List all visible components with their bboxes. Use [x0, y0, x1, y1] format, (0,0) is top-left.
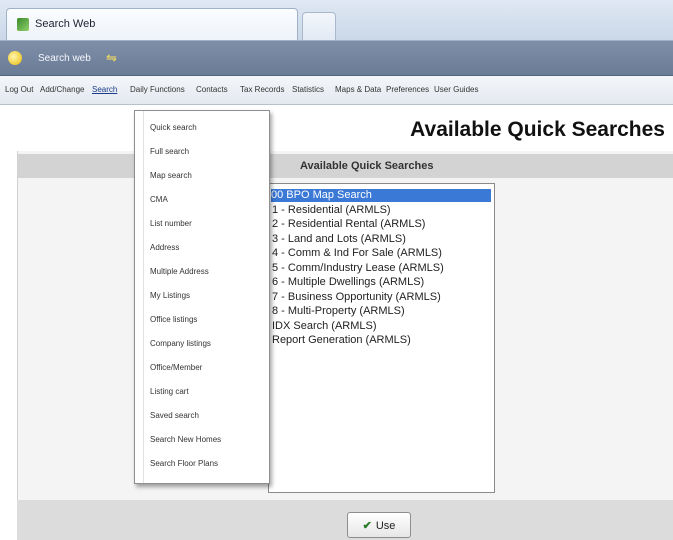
- quick-search-option[interactable]: 3 - Land and Lots (ARMLS): [272, 233, 406, 246]
- quick-search-listbox[interactable]: 00 BPO Map Search 1 - Residential (ARMLS…: [268, 183, 495, 493]
- menu-item-search[interactable]: Search: [92, 85, 117, 94]
- browser-tab-strip: Search Web: [0, 0, 673, 41]
- search-menu-item-multiple-address[interactable]: Multiple Address: [150, 267, 209, 276]
- quick-search-option[interactable]: IDX Search (ARMLS): [272, 320, 377, 333]
- link-icon[interactable]: ⇋: [106, 50, 117, 66]
- menu-item-user-guides[interactable]: User Guides: [434, 85, 478, 94]
- search-menu-item-address[interactable]: Address: [150, 243, 179, 252]
- quick-search-option[interactable]: 7 - Business Opportunity (ARMLS): [272, 291, 441, 304]
- search-menu-item-search-new-homes[interactable]: Search New Homes: [150, 435, 221, 444]
- search-menu-item-my-listings[interactable]: My Listings: [150, 291, 190, 300]
- quick-search-option[interactable]: 4 - Comm & Ind For Sale (ARMLS): [272, 247, 442, 260]
- search-menu-item-full-search[interactable]: Full search: [150, 147, 189, 156]
- panel-header-title: Available Quick Searches: [300, 160, 434, 172]
- quick-search-option[interactable]: Report Generation (ARMLS): [272, 334, 411, 347]
- quick-search-option[interactable]: 6 - Multiple Dwellings (ARMLS): [272, 276, 424, 289]
- search-menu-item-saved-search[interactable]: Saved search: [150, 411, 199, 420]
- quick-search-option[interactable]: 00 BPO Map Search: [271, 189, 491, 202]
- quick-search-option[interactable]: 5 - Comm/Industry Lease (ARMLS): [272, 262, 444, 275]
- browser-tab[interactable]: Search Web: [6, 8, 298, 40]
- quick-search-option[interactable]: 8 - Multi-Property (ARMLS): [272, 305, 405, 318]
- dropdown-divider: [143, 111, 144, 483]
- footer-bar: [17, 500, 673, 540]
- search-menu-item-office-listings[interactable]: Office listings: [150, 315, 197, 324]
- search-menu-item-list-number[interactable]: List number: [150, 219, 192, 228]
- favorite-link[interactable]: Search web: [38, 53, 91, 64]
- new-tab-button[interactable]: [302, 12, 336, 40]
- main-menu-bar: Log Out Add/Change Search Daily Function…: [0, 76, 673, 105]
- favorite-star-icon: [8, 51, 22, 65]
- menu-item-daily-functions[interactable]: Daily Functions: [130, 85, 185, 94]
- menu-item-maps-data[interactable]: Maps & Data: [335, 85, 381, 94]
- search-menu-item-quick-search[interactable]: Quick search: [150, 123, 197, 132]
- search-menu-item-map-search[interactable]: Map search: [150, 171, 192, 180]
- site-favicon-icon: [17, 18, 29, 31]
- search-menu-item-company-listings[interactable]: Company listings: [150, 339, 211, 348]
- quick-search-option[interactable]: 1 - Residential (ARMLS): [272, 204, 391, 217]
- browser-tab-title: Search Web: [35, 18, 96, 30]
- check-icon: ✔: [362, 519, 372, 532]
- menu-item-tax-records[interactable]: Tax Records: [240, 85, 284, 94]
- menu-item-statistics[interactable]: Statistics: [292, 85, 324, 94]
- search-menu-item-office-member[interactable]: Office/Member: [150, 363, 202, 372]
- menu-item-add-change[interactable]: Add/Change: [40, 85, 84, 94]
- menu-item-preferences[interactable]: Preferences: [386, 85, 429, 94]
- search-dropdown-menu: Quick search Full search Map search CMA …: [134, 110, 270, 484]
- search-menu-item-search-floor-plans[interactable]: Search Floor Plans: [150, 459, 218, 468]
- favorites-bar: Search web ⇋: [0, 41, 673, 76]
- use-button[interactable]: ✔ Use: [347, 512, 411, 538]
- use-button-label: Use: [375, 519, 396, 532]
- search-menu-item-listing-cart[interactable]: Listing cart: [150, 387, 189, 396]
- page-title: Available Quick Searches: [410, 118, 665, 141]
- quick-search-option[interactable]: 2 - Residential Rental (ARMLS): [272, 218, 425, 231]
- menu-item-log-out[interactable]: Log Out: [5, 85, 33, 94]
- search-menu-item-cma[interactable]: CMA: [150, 195, 168, 204]
- menu-item-contacts[interactable]: Contacts: [196, 85, 228, 94]
